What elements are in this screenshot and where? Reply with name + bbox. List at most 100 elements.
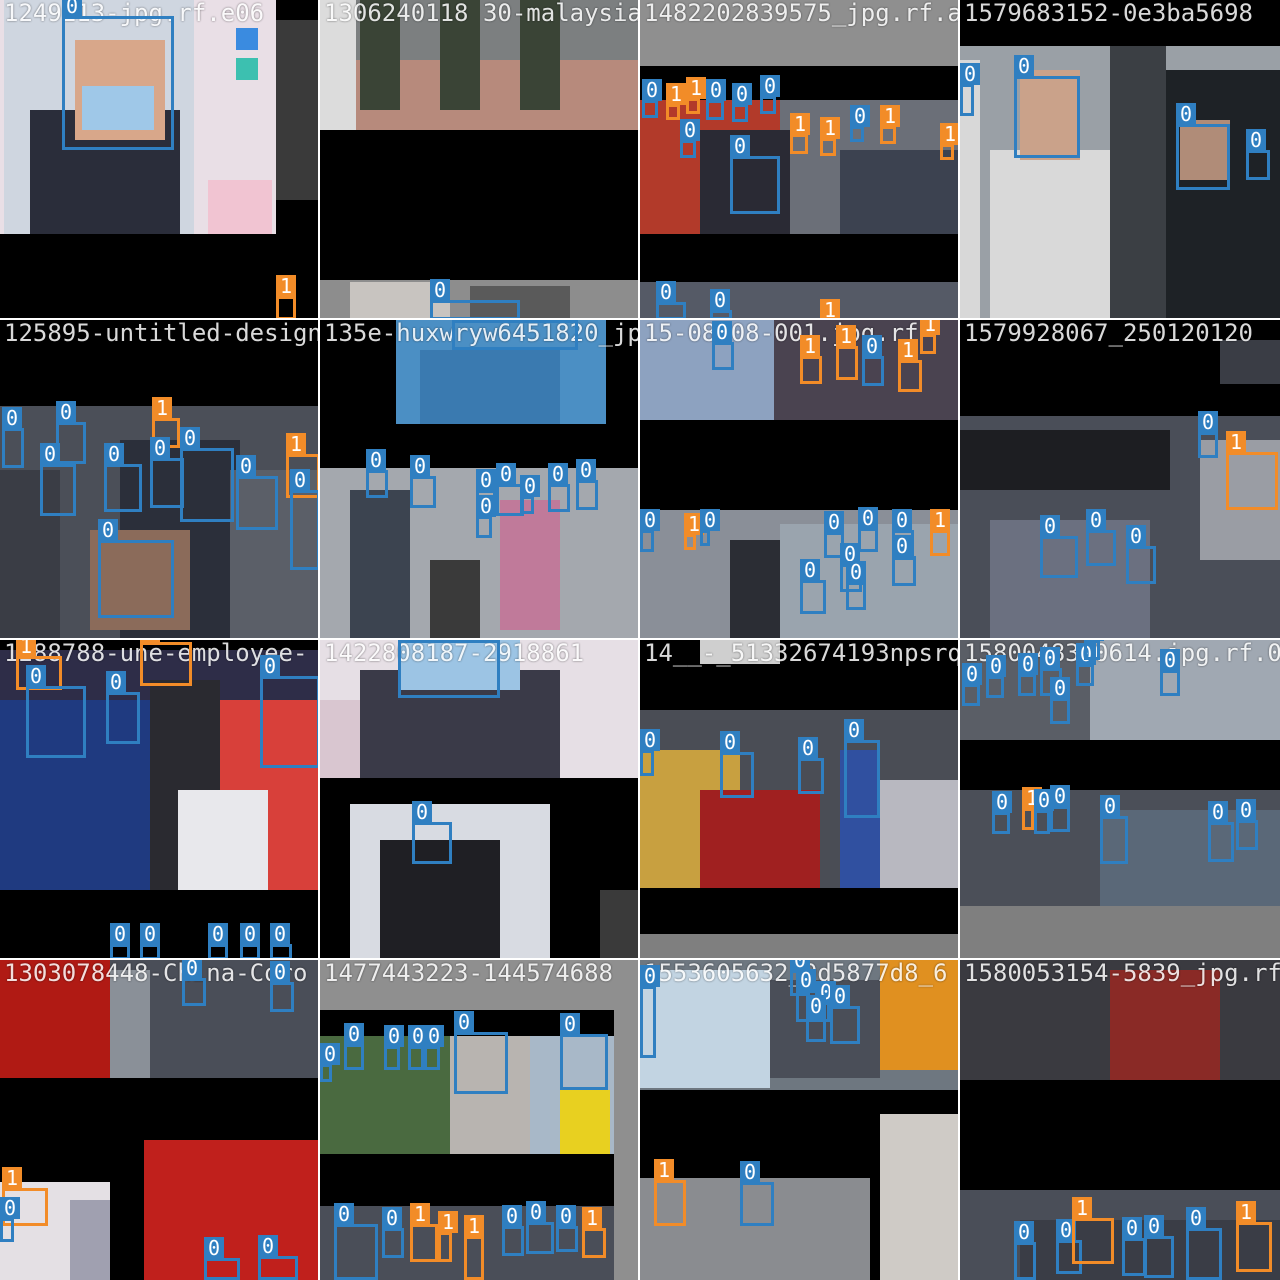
class-label: 0: [680, 119, 700, 141]
class-label: 0: [1050, 677, 1070, 699]
bounding-box: 0: [412, 801, 452, 864]
bounding-box: 0: [260, 655, 318, 768]
class-label: 1: [276, 275, 296, 297]
bounding-box: 0: [1040, 515, 1078, 578]
mosaic-tile: 000000000135e-huxwryw6451820_jp: [320, 320, 640, 640]
class-label: 1: [152, 397, 172, 419]
class-label: 1: [582, 1207, 602, 1229]
class-label: 0: [270, 961, 290, 983]
class-label: 0: [844, 719, 864, 741]
bounding-box: 1: [800, 335, 822, 384]
bounding-box: 0: [862, 335, 884, 386]
bounding-box: 0: [270, 923, 292, 958]
class-label: 0: [1122, 1217, 1142, 1239]
class-label: 0: [204, 1237, 224, 1259]
bounding-box: 0: [290, 469, 318, 570]
photo-region: [880, 780, 958, 888]
photo-region: [236, 28, 258, 50]
class-label: 0: [290, 469, 310, 491]
bounding-box: 0: [1236, 799, 1258, 850]
bounding-box: 0: [1084, 640, 1104, 660]
class-label: 1: [686, 77, 706, 99]
class-label: 0: [800, 559, 820, 581]
bounding-box: 0: [110, 923, 130, 958]
bounding-box: 0: [0, 1197, 20, 1242]
bounding-box: 1: [438, 1211, 458, 1262]
class-label: 0: [1246, 129, 1266, 151]
class-label: 0: [730, 135, 750, 157]
class-label: 0: [892, 509, 912, 531]
bounding-box: 0: [1144, 1215, 1174, 1278]
bounding-box: 1: [1022, 787, 1042, 830]
class-label: 0: [496, 463, 516, 485]
bounding-box: 1: [930, 509, 950, 556]
bounding-box: 0: [1126, 525, 1156, 584]
bounding-box: 0: [712, 321, 734, 370]
mosaic-tile: 0 0 0 0 0 0 0 0 0 1 1 1 0 0 0 1 1477443223-144574688: [320, 960, 640, 1280]
class-label: 0: [412, 801, 432, 823]
class-label: 0: [40, 443, 60, 465]
class-label: 0: [140, 923, 160, 945]
photo-region: [990, 150, 1110, 318]
mosaic-tile: 0 1 1249113-jpg.rf.e06: [0, 0, 320, 320]
bounding-box: 0: [1186, 1207, 1222, 1280]
class-label: 0: [180, 427, 200, 449]
bounding-box: 0: [424, 1025, 444, 1070]
class-label: 0: [150, 437, 170, 459]
photo-region: [1110, 46, 1166, 318]
mosaic-tile: 0 0 0 0 1579683152-0e3ba5698: [960, 0, 1280, 320]
bounding-box: 1: [836, 325, 858, 380]
bounding-box: 0: [62, 0, 174, 150]
class-label: 0: [1208, 801, 1228, 823]
class-label: 0: [1126, 525, 1146, 547]
photo-region: [276, 20, 318, 200]
class-label: 1: [898, 339, 918, 361]
bounding-box: 0: [382, 1207, 404, 1258]
class-label: 1: [880, 105, 900, 127]
class-label: 1: [1226, 431, 1246, 453]
bounding-box: 0: [410, 455, 436, 508]
bounding-box: 0: [740, 1161, 774, 1226]
class-label: 0: [344, 1023, 364, 1045]
bounding-box: 0: [960, 63, 980, 116]
class-label: 0: [0, 1197, 20, 1219]
bounding-box: 1: [820, 117, 840, 156]
photo-region: [960, 430, 1170, 490]
bounding-box: 0: [520, 475, 540, 514]
class-label: 0: [98, 519, 118, 541]
class-label: 0: [26, 665, 46, 687]
class-label: 0: [520, 475, 540, 497]
bounding-box: 1: [940, 123, 958, 160]
class-label: 0: [1014, 55, 1034, 77]
class-label: 0: [182, 960, 202, 979]
class-label: 1: [1236, 1201, 1256, 1223]
bounding-box: 1: [686, 77, 706, 114]
class-label: 0: [454, 1011, 474, 1033]
photo-region: [236, 58, 258, 80]
bounding-box: 0: [240, 923, 260, 958]
bounding-box: 0: [846, 561, 866, 610]
photo-region: [640, 640, 958, 710]
photo-region: [640, 320, 774, 420]
bounding-box: 0: [730, 135, 780, 214]
bounding-box: 0: [1014, 55, 1080, 158]
photo-region: [320, 1154, 614, 1206]
bounding-box: 0: [106, 671, 140, 744]
class-label: 0: [502, 1205, 522, 1227]
class-label: 0: [366, 449, 386, 471]
class-label: 0: [556, 1205, 576, 1227]
bounding-box: 0: [334, 1203, 378, 1280]
class-label: 1: [800, 335, 820, 357]
class-label: 0: [642, 79, 662, 101]
photo-region: [880, 1114, 958, 1280]
mosaic-tile: 0 0 1 0 0 0 1303078448-China-Coro: [0, 960, 320, 1280]
bounding-box: 0: [700, 509, 720, 546]
mosaic-tile: 0000000001000001580048340614.jpg.rf.09: [960, 640, 1280, 960]
class-label: 0: [320, 1043, 340, 1065]
bounding-box: 1: [410, 1203, 438, 1262]
photo-region: [350, 490, 410, 638]
bounding-box: 0: [1076, 643, 1096, 686]
bounding-box: 0: [430, 279, 520, 318]
class-label: 0: [640, 509, 660, 531]
class-label: 1: [930, 509, 950, 531]
